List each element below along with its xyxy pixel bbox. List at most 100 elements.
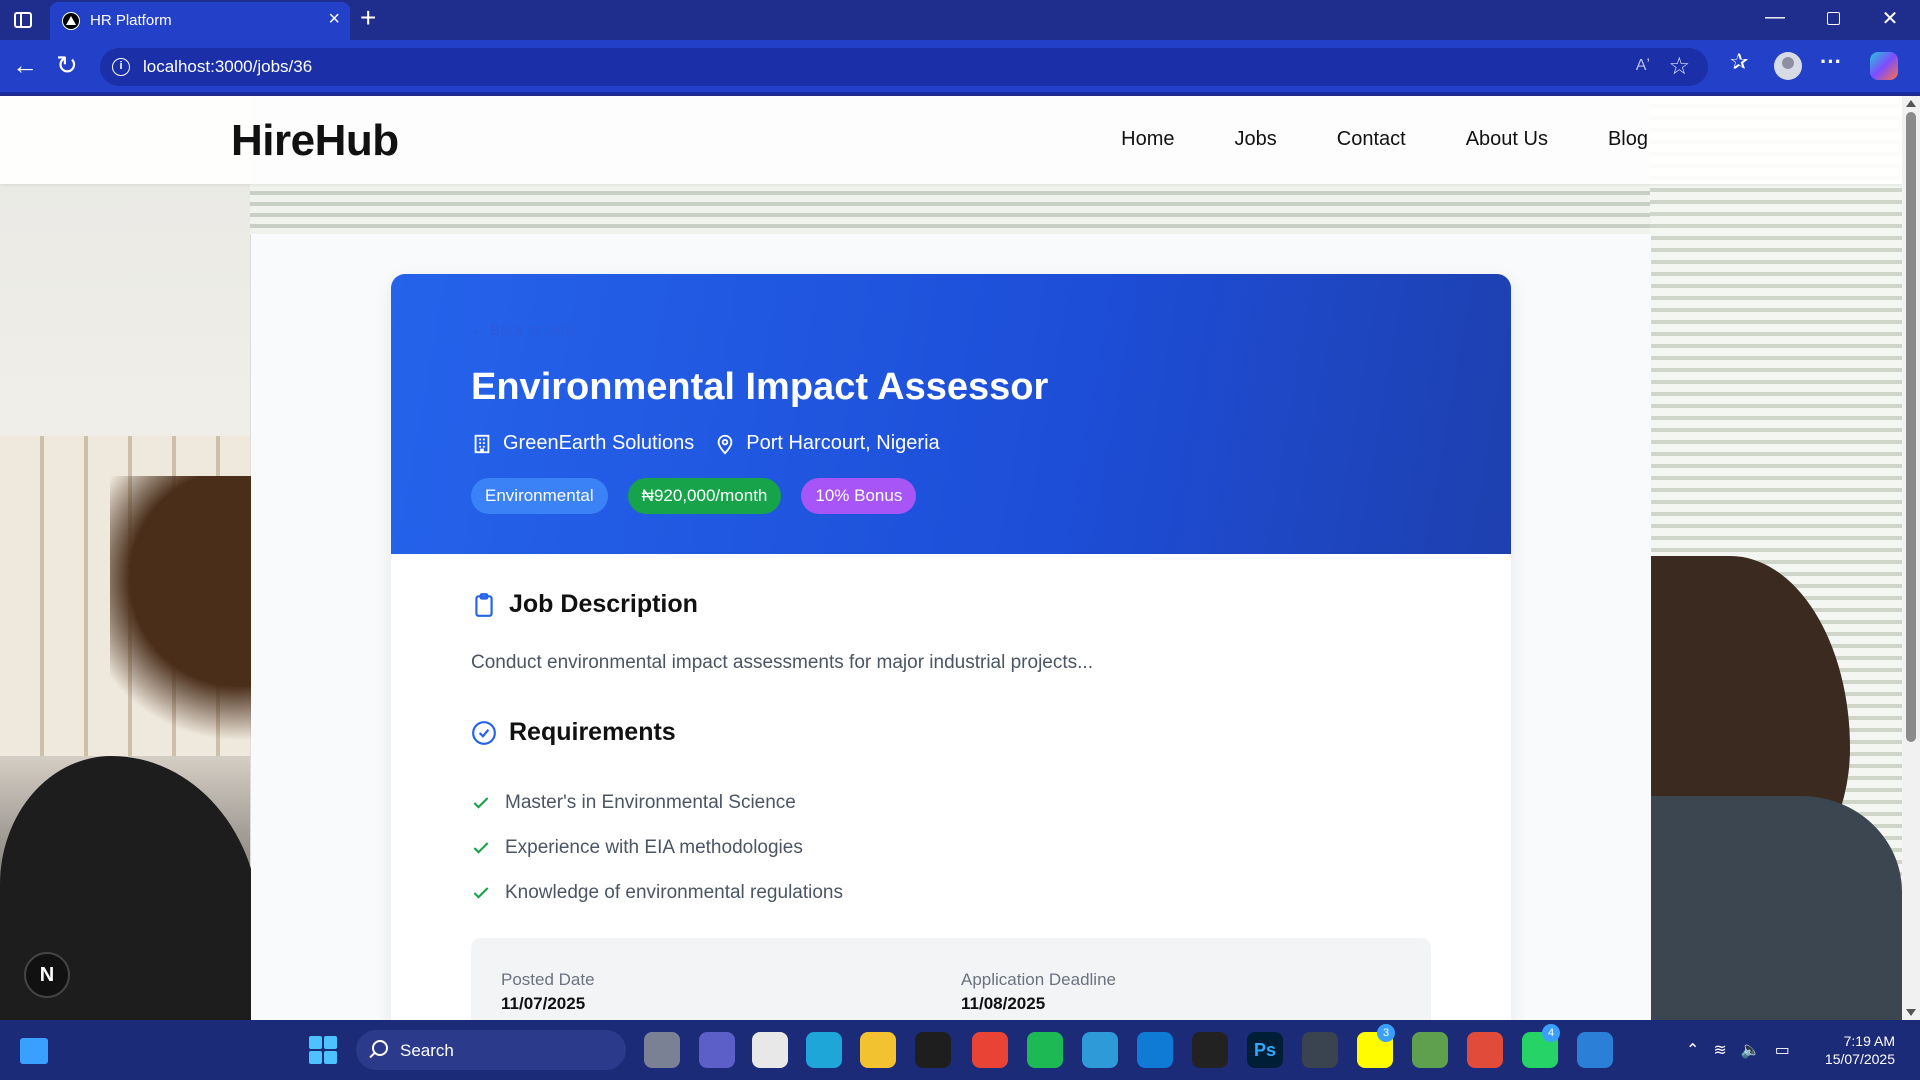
checkmark-icon [473, 886, 489, 899]
whatsapp-notification-badge: 4 [1542, 1024, 1560, 1042]
requirements-heading-text: Requirements [509, 718, 676, 746]
tab-title: HR Platform [90, 12, 172, 29]
git-icon[interactable] [1302, 1032, 1338, 1068]
site-info-icon[interactable]: i [112, 58, 130, 76]
clock-time: 7:19 AM [1843, 1033, 1895, 1049]
red-app-icon[interactable] [1467, 1032, 1503, 1068]
deadline-value: 11/08/2025 [961, 994, 1046, 1013]
window-minimize-icon[interactable]: — [1755, 6, 1795, 29]
scroll-thumb[interactable] [1906, 112, 1916, 742]
back-icon[interactable]: ← [12, 50, 38, 81]
profile-avatar[interactable] [1774, 52, 1802, 80]
taskbar-search[interactable]: Search [356, 1030, 626, 1070]
scroll-up-icon[interactable] [1906, 100, 1916, 107]
main-nav: Home Jobs Contact About Us Blog [1121, 128, 1648, 151]
start-button[interactable] [309, 1036, 337, 1064]
back-to-jobs-link[interactable]: ← Back to Jobs [471, 322, 576, 339]
spotify-icon[interactable] [1027, 1032, 1063, 1068]
snapchat-notification-badge: 3 [1377, 1024, 1395, 1042]
nav-blog[interactable]: Blog [1608, 128, 1648, 151]
requirements-heading: Requirements [471, 718, 676, 747]
posted-date-block: Posted Date 11/07/2025 [501, 970, 595, 1014]
file-explorer-icon[interactable] [860, 1032, 896, 1068]
search-label: Search [400, 1041, 454, 1060]
task-view-icon[interactable] [644, 1032, 680, 1068]
new-tab-icon[interactable]: + [360, 2, 376, 34]
job-description-heading-text: Job Description [509, 590, 698, 618]
widgets-icon[interactable] [20, 1038, 48, 1064]
favorites-icon[interactable]: ✰ [1730, 49, 1748, 75]
page-scrollbar[interactable] [1902, 96, 1920, 1020]
nav-home[interactable]: Home [1121, 128, 1174, 151]
location-pin-icon [717, 434, 733, 454]
background-photo-left [0, 96, 270, 1020]
requirement-text: Master's in Environmental Science [505, 791, 796, 813]
company-name: GreenEarth Solutions [503, 432, 695, 454]
nextjs-dev-badge[interactable]: N [24, 952, 70, 998]
copilot-icon[interactable] [1870, 52, 1898, 80]
wifi-icon[interactable]: ≋ [1713, 1040, 1726, 1060]
bonus-badge: 10% Bonus [801, 478, 917, 514]
browser-toolbar: ← ↻ i localhost:3000/jobs/36 Aʼ ☆ ✰ ··· [0, 40, 1920, 94]
more-options-icon[interactable]: ··· [1820, 49, 1842, 75]
site-logo[interactable]: HireHub [231, 116, 399, 166]
read-aloud-icon[interactable]: Aʼ [1636, 57, 1650, 75]
nodejs-icon[interactable] [1412, 1032, 1448, 1068]
search-icon [372, 1040, 388, 1056]
list-item: Master's in Environmental Science [471, 780, 843, 825]
notepad-icon[interactable] [1082, 1032, 1118, 1068]
clipboard-icon [475, 592, 493, 617]
store-icon[interactable] [752, 1032, 788, 1068]
job-description-heading: Job Description [471, 590, 698, 619]
requirement-text: Experience with EIA methodologies [505, 836, 803, 858]
job-dates-box: Posted Date 11/07/2025 Application Deadl… [471, 938, 1431, 1020]
window-restore-icon[interactable] [1813, 6, 1853, 31]
address-bar[interactable]: i localhost:3000/jobs/36 Aʼ ☆ [100, 48, 1708, 86]
favorite-star-icon[interactable]: ☆ [1668, 52, 1690, 81]
cube-app-icon[interactable] [1192, 1032, 1228, 1068]
chevron-up-icon[interactable]: ⌃ [1686, 1040, 1699, 1060]
volume-icon[interactable]: 🔈 [1741, 1040, 1761, 1060]
edge-icon[interactable] [806, 1032, 842, 1068]
system-clock[interactable]: 7:19 AM 15/07/2025 [1815, 1032, 1895, 1068]
list-item: Experience with EIA methodologies [471, 825, 843, 870]
checkmark-icon [473, 841, 489, 854]
deadline-label: Application Deadline [961, 970, 1116, 989]
nav-jobs[interactable]: Jobs [1235, 128, 1277, 151]
job-title: Environmental Impact Assessor [471, 366, 1049, 408]
figma-icon[interactable] [915, 1032, 951, 1068]
tab-close-icon[interactable]: × [328, 8, 340, 31]
requirements-list: Master's in Environmental Science Experi… [471, 780, 843, 915]
building-icon [474, 434, 490, 453]
chrome-icon[interactable] [972, 1032, 1008, 1068]
reload-icon[interactable]: ↻ [56, 50, 78, 81]
paint-icon[interactable] [1577, 1032, 1613, 1068]
check-circle-icon [472, 720, 496, 745]
system-tray: ⌃ ≋ 🔈 ▭ [1686, 1040, 1790, 1060]
background-photo-right [1650, 96, 1902, 1020]
browser-tab[interactable]: HR Platform × [50, 2, 350, 40]
nav-contact[interactable]: Contact [1337, 128, 1406, 151]
taskbar: Search Ps 3 4 ⌃ ≋ 🔈 ▭ 7:19 AM 15/07/2025 [0, 1020, 1920, 1080]
job-meta: GreenEarth Solutions Port Harcourt, Nige… [471, 432, 940, 455]
requirement-text: Knowledge of environmental regulations [505, 881, 843, 903]
clock-date: 15/07/2025 [1824, 1051, 1895, 1067]
job-detail-card: ← Back to Jobs Environmental Impact Asse… [391, 274, 1511, 1020]
photoshop-icon[interactable]: Ps [1247, 1032, 1283, 1068]
vscode-icon[interactable] [1137, 1032, 1173, 1068]
category-badge: Environmental [471, 478, 608, 514]
nav-about-us[interactable]: About Us [1466, 128, 1548, 151]
meet-icon[interactable] [699, 1032, 735, 1068]
tab-actions-icon[interactable] [14, 12, 32, 28]
url-text[interactable]: localhost:3000/jobs/36 [143, 57, 312, 77]
list-item: Knowledge of environmental regulations [471, 870, 843, 915]
background-blinds [250, 184, 1650, 236]
posted-date-value: 11/07/2025 [501, 994, 586, 1013]
scroll-down-icon[interactable] [1906, 1009, 1916, 1016]
posted-date-label: Posted Date [501, 970, 595, 989]
checkmark-icon [473, 796, 489, 809]
salary-badge: ₦920,000/month [627, 478, 782, 514]
battery-icon[interactable]: ▭ [1775, 1040, 1790, 1060]
job-badges: Environmental ₦920,000/month 10% Bonus [471, 478, 917, 514]
window-close-icon[interactable]: ✕ [1870, 6, 1910, 31]
